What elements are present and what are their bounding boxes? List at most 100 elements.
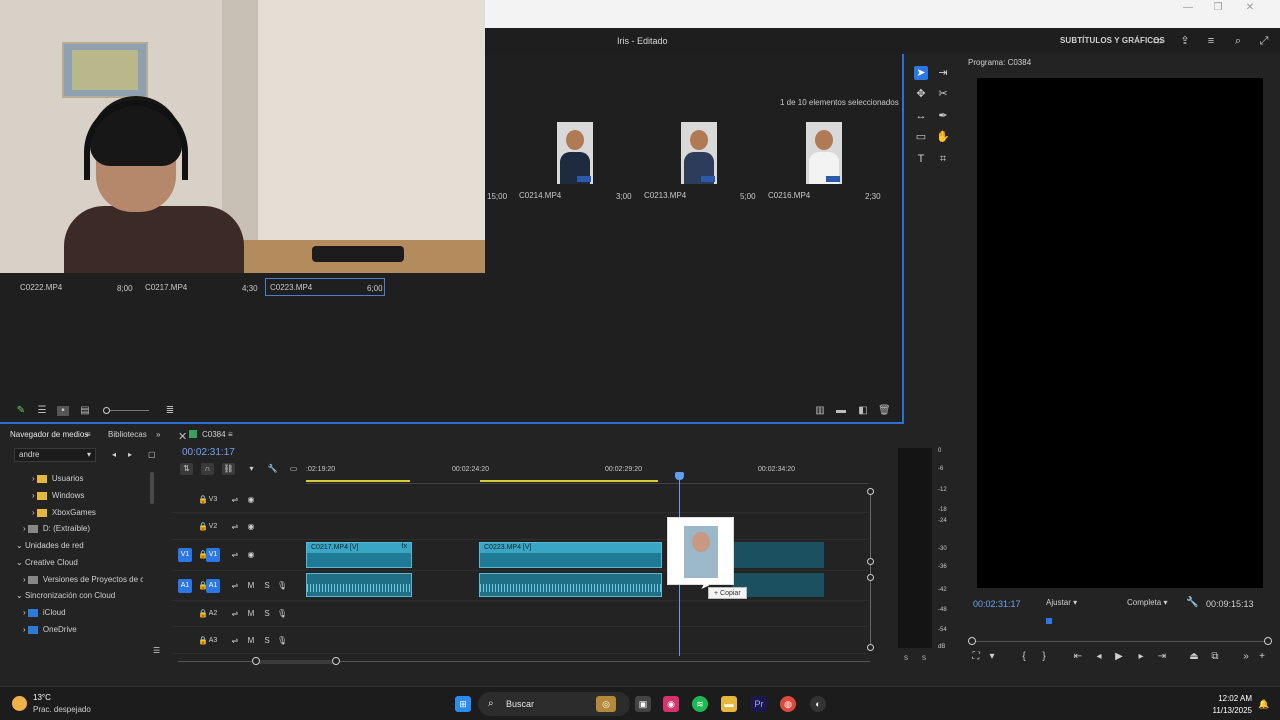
maximize-icon[interactable]: ❐ — [1203, 2, 1233, 14]
mute-button[interactable]: M — [246, 609, 256, 619]
captions-icon[interactable]: ▭ — [287, 463, 300, 475]
auto-reframe-icon[interactable]: ⌗ — [936, 152, 950, 166]
solo-left-button[interactable]: S — [904, 656, 908, 662]
back-icon[interactable]: ◂ — [112, 450, 116, 459]
tree-item-onedrive[interactable]: › OneDrive — [23, 623, 77, 637]
source-patch-a1[interactable]: A1 — [178, 579, 192, 593]
safe-margins-icon[interactable]: ⛶ — [970, 651, 982, 663]
go-to-out-icon[interactable]: ⇥ — [1156, 651, 1168, 663]
sync-lock-icon[interactable]: ⇌ — [230, 495, 240, 505]
pen-tool-icon[interactable]: ✒ — [936, 109, 950, 123]
nest-icon[interactable]: ⇅ — [180, 463, 193, 475]
scrollbar[interactable] — [150, 472, 154, 504]
sync-lock-icon[interactable]: ⇌ — [230, 581, 240, 591]
slip-tool-icon[interactable]: ↔ — [914, 109, 928, 123]
ripple-edit-icon[interactable]: ✥ — [914, 87, 928, 101]
timeline-timecode[interactable]: 00:02:31:17 — [182, 447, 235, 458]
track-select-icon[interactable]: ⇥ — [936, 66, 950, 80]
premiere-pro-icon[interactable]: Pr — [751, 696, 767, 712]
playhead-marker[interactable] — [1046, 618, 1052, 624]
linked-selection-icon[interactable]: ⛓ — [222, 463, 235, 475]
sync-lock-icon[interactable]: ⇌ — [230, 522, 240, 532]
snap-icon[interactable]: ∩ — [201, 463, 214, 475]
microphone-icon[interactable]: 🎙 — [277, 581, 287, 591]
fit-dropdown[interactable]: Ajustar ▾ — [1040, 596, 1083, 610]
instagram-icon[interactable]: ◉ — [663, 696, 679, 712]
microphone-icon[interactable]: 🎙 — [277, 636, 287, 646]
rectangle-tool-icon[interactable]: ▭ — [914, 130, 928, 144]
automate-sequence-icon[interactable]: ▥ — [814, 406, 826, 416]
menu-icon[interactable]: ≡ — [1205, 35, 1217, 47]
program-viewer[interactable] — [977, 78, 1263, 588]
view-icon[interactable]: ▢ — [148, 450, 156, 459]
step-forward-icon[interactable]: ▸ — [1135, 651, 1147, 663]
clip-thumbnail-c0213[interactable] — [681, 122, 717, 184]
marker-icon[interactable]: ▾ — [245, 463, 258, 475]
eye-icon[interactable]: ◉ — [246, 550, 256, 560]
close-icon[interactable]: ✕ — [178, 430, 187, 443]
clock-date[interactable]: 11/13/2025 — [1208, 706, 1252, 715]
sort-icon[interactable]: ≣ — [164, 406, 176, 416]
solo-button[interactable]: S — [262, 609, 272, 619]
icon-view-icon[interactable]: ▪ — [57, 406, 69, 416]
dragged-clip-thumbnail[interactable] — [667, 517, 734, 585]
vertical-scrollbar[interactable] — [870, 490, 871, 648]
tree-item-windows[interactable]: › Windows — [32, 489, 84, 503]
forward-icon[interactable]: ▸ — [128, 450, 132, 459]
chevron-down-icon[interactable]: ▾ — [986, 651, 998, 663]
sync-lock-icon[interactable]: ⇌ — [230, 609, 240, 619]
weather-condition[interactable]: Prac. despejado — [33, 705, 91, 714]
panel-icon[interactable]: ▭ — [1152, 35, 1164, 47]
clip-thumbnail-c0214[interactable] — [557, 122, 593, 184]
more-tabs-icon[interactable]: » — [156, 430, 160, 439]
tree-item-icloud[interactable]: › iCloud — [23, 606, 66, 620]
settings-wrench-icon[interactable]: 🔧 — [266, 463, 279, 475]
mute-button[interactable]: M — [246, 581, 256, 591]
solo-button[interactable]: S — [262, 636, 272, 646]
zoom-icon[interactable]: ⌕ — [1232, 35, 1244, 47]
clock-time[interactable]: 12:02 AM — [1208, 694, 1252, 703]
sync-lock-icon[interactable]: ⇌ — [230, 550, 240, 560]
location-dropdown[interactable]: andre ▾ — [14, 448, 96, 462]
go-to-in-icon[interactable]: ⇤ — [1072, 651, 1084, 663]
menu-icon[interactable]: ≡ — [86, 430, 91, 439]
notification-icon[interactable]: 🔔 — [1256, 696, 1272, 712]
new-bin-icon[interactable]: ▬ — [835, 406, 847, 416]
mark-out-icon[interactable]: } — [1038, 651, 1050, 663]
clip-name[interactable]: C0222.MP4 — [20, 283, 62, 292]
panel-menu-icon[interactable]: ☰ — [153, 646, 160, 655]
track-target-v1[interactable]: V1 — [206, 548, 220, 562]
mute-button[interactable]: M — [246, 636, 256, 646]
audio-clip-c0223[interactable] — [479, 573, 662, 597]
tree-item-creative-cloud[interactable]: ⌄ Creative Cloud — [16, 556, 78, 570]
tree-item-project-versions[interactable]: › Versiones de Proyectos de c — [23, 573, 143, 587]
freeform-view-icon[interactable]: ▤ — [79, 406, 91, 416]
selection-tool-icon[interactable]: ➤ — [914, 66, 928, 80]
tree-item-xboxgames[interactable]: › XboxGames — [32, 506, 96, 520]
spotify-icon[interactable]: ≋ — [692, 696, 708, 712]
play-icon[interactable]: ▶ — [1113, 651, 1125, 663]
clip-name[interactable]: C0213.MP4 — [644, 191, 686, 200]
sequence-tab[interactable]: C0384 — [202, 430, 226, 439]
program-timecode[interactable]: 00:02:31:17 — [973, 599, 1021, 609]
add-button-icon[interactable]: + — [1256, 651, 1268, 663]
solo-button[interactable]: S — [262, 581, 272, 591]
razor-tool-icon[interactable]: ✂ — [936, 87, 950, 101]
file-explorer-icon[interactable]: ▬ — [721, 696, 737, 712]
time-ruler[interactable]: :02:19:20 00:02:24:20 00:02:29:20 00:02:… — [306, 462, 868, 484]
export-icon[interactable]: ⇪ — [1179, 35, 1191, 47]
tree-item-network[interactable]: ⌄ Unidades de red — [16, 539, 84, 553]
track-target-a1[interactable]: A1 — [206, 579, 220, 593]
clip-name[interactable]: C0223.MP4 — [270, 283, 312, 292]
new-item-icon[interactable]: ◧ — [857, 406, 869, 416]
audio-clip-c0217[interactable] — [306, 573, 412, 597]
clip-name[interactable]: C0214.MP4 — [519, 191, 561, 200]
weather-temperature[interactable]: 13°C — [33, 693, 51, 702]
video-clip-c0217[interactable]: C0217.MP4 [V] fx — [306, 542, 412, 568]
tab-libraries[interactable]: Bibliotecas — [108, 430, 147, 439]
program-scrubber[interactable] — [968, 637, 1272, 645]
close-icon[interactable]: ✕ — [1235, 2, 1265, 14]
eye-icon[interactable]: ◉ — [246, 522, 256, 532]
extract-icon[interactable]: ⧉ — [1209, 651, 1221, 663]
search-highlight-icon[interactable]: ◎ — [596, 696, 616, 712]
